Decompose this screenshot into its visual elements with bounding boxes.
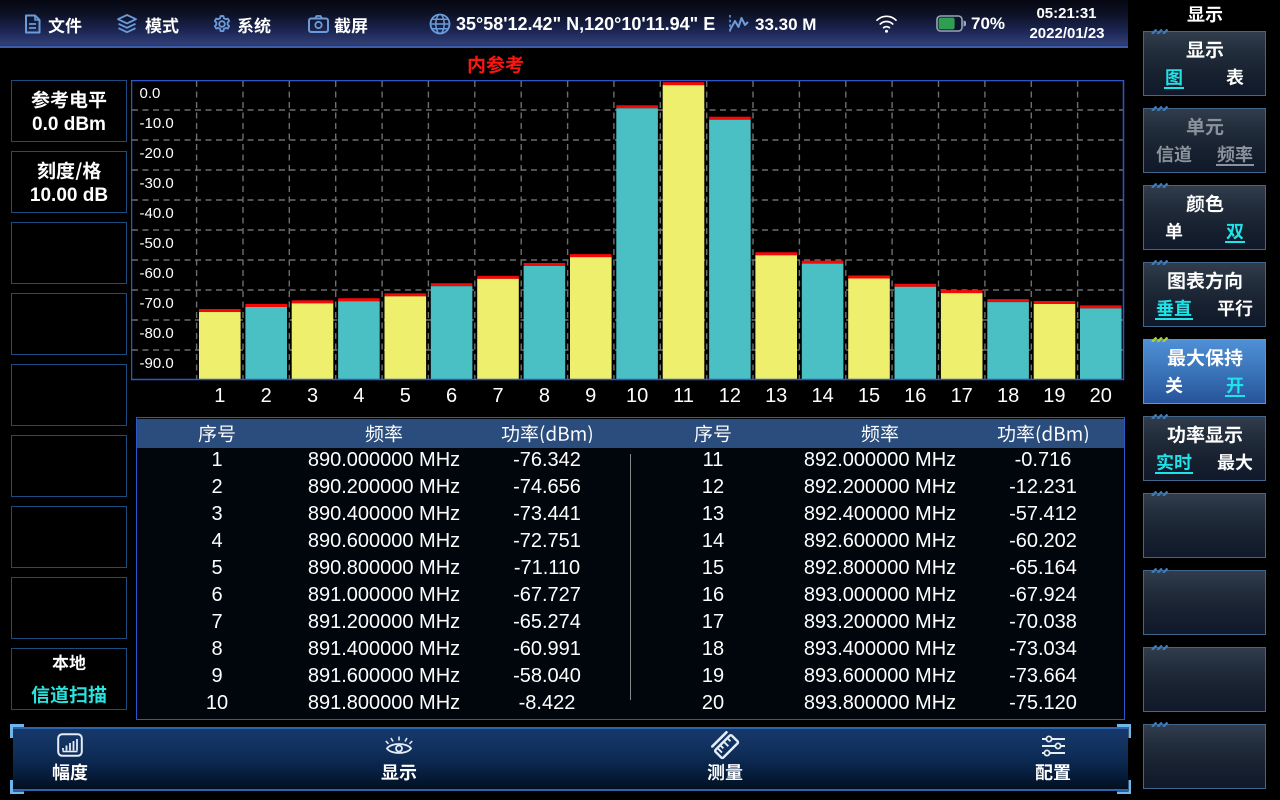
svg-text:5: 5 [400,385,411,407]
svg-text:18: 18 [997,385,1019,407]
svg-text:-10.0: -10.0 [140,115,174,132]
svg-text:8: 8 [539,385,550,407]
svg-text:19: 19 [1043,385,1065,407]
svg-text:0.0: 0.0 [140,85,161,102]
svg-text:-50.0: -50.0 [140,235,174,252]
svg-text:6: 6 [446,385,457,407]
svg-text:-70.0: -70.0 [140,295,174,312]
svg-text:-90.0: -90.0 [140,355,174,372]
svg-text:3: 3 [307,385,318,407]
svg-text:7: 7 [492,385,503,407]
svg-text:-80.0: -80.0 [140,325,174,342]
svg-text:-60.0: -60.0 [140,265,174,282]
svg-text:1: 1 [214,385,225,407]
svg-text:9: 9 [585,385,596,407]
svg-text:-40.0: -40.0 [140,205,174,222]
svg-text:10: 10 [626,385,648,407]
svg-text:-20.0: -20.0 [140,145,174,162]
svg-text:16: 16 [904,385,926,407]
svg-text:12: 12 [719,385,741,407]
svg-text:2: 2 [261,385,272,407]
svg-text:-30.0: -30.0 [140,175,174,192]
svg-text:20: 20 [1090,385,1112,407]
svg-text:13: 13 [765,385,787,407]
svg-text:11: 11 [673,385,694,407]
svg-text:4: 4 [353,385,364,407]
svg-text:15: 15 [858,385,880,407]
svg-text:14: 14 [811,385,833,407]
svg-text:17: 17 [951,385,973,407]
